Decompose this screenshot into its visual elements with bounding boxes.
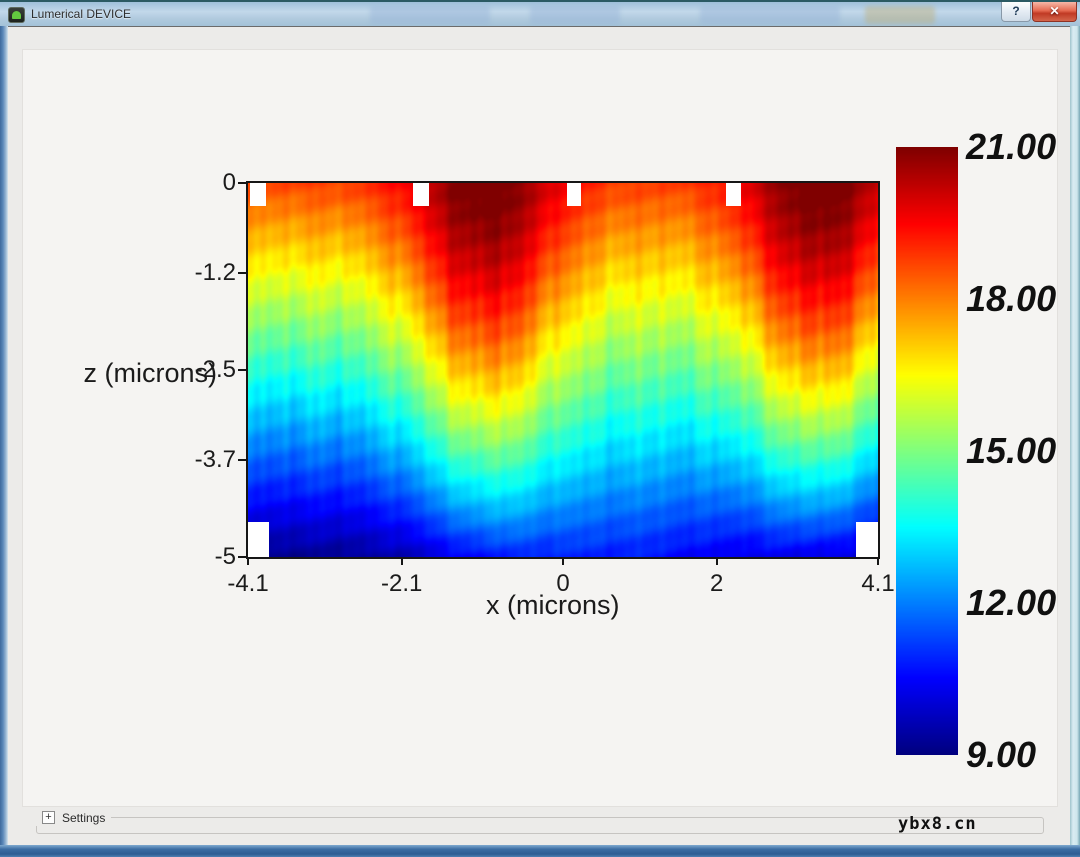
x-tick-label: 0	[556, 570, 569, 598]
contact-region	[248, 522, 269, 557]
window-border-left	[0, 26, 8, 845]
window-border-bottom	[0, 845, 1080, 857]
contact-region	[726, 183, 741, 206]
colorbar-tick-label: 21.00	[966, 126, 1056, 168]
settings-label: Settings	[62, 811, 105, 825]
heatmap-canvas[interactable]	[248, 183, 878, 557]
window-border-right	[1070, 26, 1080, 845]
watermark-text: ybx8.cn	[898, 814, 977, 834]
x-tick-label: -4.1	[227, 570, 268, 598]
titlebar-ghost-toolbar	[700, 6, 840, 24]
titlebar-ghost-toolbar	[530, 6, 620, 24]
colorbar-tick-label: 18.00	[966, 278, 1056, 320]
colorbar	[896, 147, 958, 755]
z-tick-mark	[238, 556, 246, 558]
colorbar-tick-label: 15.00	[966, 430, 1056, 472]
window-title: Lumerical DEVICE	[31, 7, 131, 21]
x-tick-label: 4.1	[861, 570, 894, 598]
x-axis-label: x (microns)	[486, 590, 620, 621]
app-window: Lumerical DEVICE ? ✕ z (microns) x (micr…	[0, 0, 1080, 857]
x-tick-mark	[716, 557, 718, 565]
x-tick-mark	[562, 557, 564, 565]
z-tick-mark	[238, 182, 246, 184]
z-tick-label: -1.2	[195, 259, 236, 287]
x-tick-label: -2.1	[381, 570, 422, 598]
settings-expander-button[interactable]: +	[42, 811, 55, 824]
colorbar-tick-label: 12.00	[966, 582, 1056, 624]
z-tick-mark	[238, 369, 246, 371]
z-tick-label: -3.7	[195, 446, 236, 474]
z-tick-label: -5	[215, 543, 236, 571]
contact-region	[856, 522, 878, 557]
z-tick-mark	[238, 459, 246, 461]
contact-region	[413, 183, 428, 206]
contact-region	[250, 183, 266, 206]
colorbar-tick-label: 9.00	[966, 734, 1036, 776]
z-tick-label: -2.5	[195, 356, 236, 384]
z-tick-label: 0	[223, 169, 236, 197]
close-button[interactable]: ✕	[1032, 2, 1077, 22]
contact-region	[567, 183, 582, 206]
x-tick-mark	[247, 557, 249, 565]
settings-groupbox	[36, 817, 1044, 834]
help-button[interactable]: ?	[1001, 2, 1031, 22]
titlebar-ghost-toolbar	[370, 6, 490, 24]
x-tick-label: 2	[710, 570, 723, 598]
titlebar[interactable]: Lumerical DEVICE ? ✕	[0, 0, 1080, 26]
x-tick-mark	[877, 557, 879, 565]
app-logo-icon	[8, 7, 25, 23]
z-tick-mark	[238, 272, 246, 274]
titlebar-ghost-toolbar	[865, 6, 935, 24]
x-tick-mark	[401, 557, 403, 565]
